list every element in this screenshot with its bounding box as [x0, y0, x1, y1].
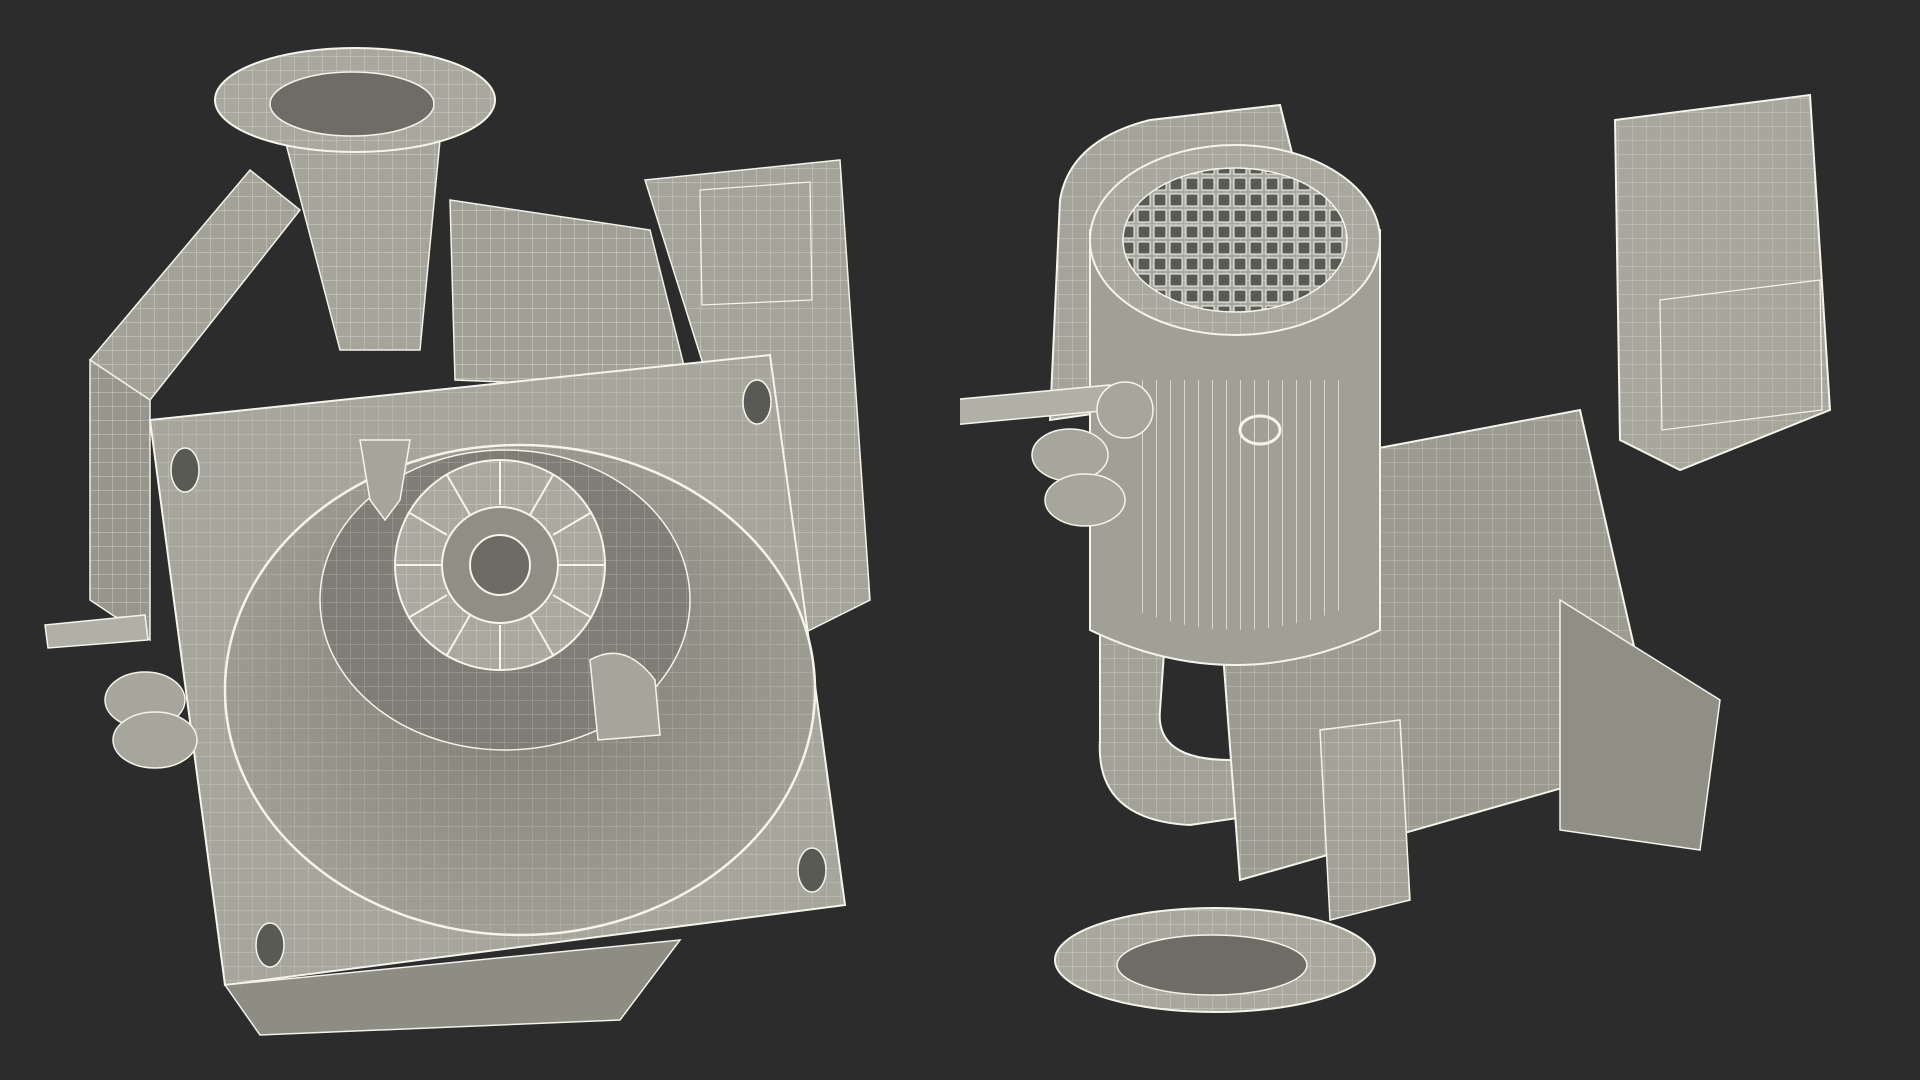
motor-housing: [449, 199, 691, 391]
fan-cover-grill-icon: [1122, 167, 1348, 313]
control-box: [1613, 93, 1832, 472]
mount-hole-icon: [170, 447, 200, 493]
pelton-turbine-bottom-render: [44, 47, 871, 1036]
pelton-turbine-top-render: [960, 93, 1832, 1013]
mount-hole-icon: [797, 847, 827, 893]
mount-hole-icon: [742, 379, 772, 425]
turbine-top-view: [960, 0, 1920, 1080]
hub-icon: [469, 534, 531, 596]
turbine-bottom-view: [0, 0, 960, 1080]
render-canvas: [0, 0, 1920, 1080]
valve-handle: [44, 614, 198, 769]
mount-hole-icon: [255, 922, 285, 968]
pelton-runner: [394, 459, 606, 671]
